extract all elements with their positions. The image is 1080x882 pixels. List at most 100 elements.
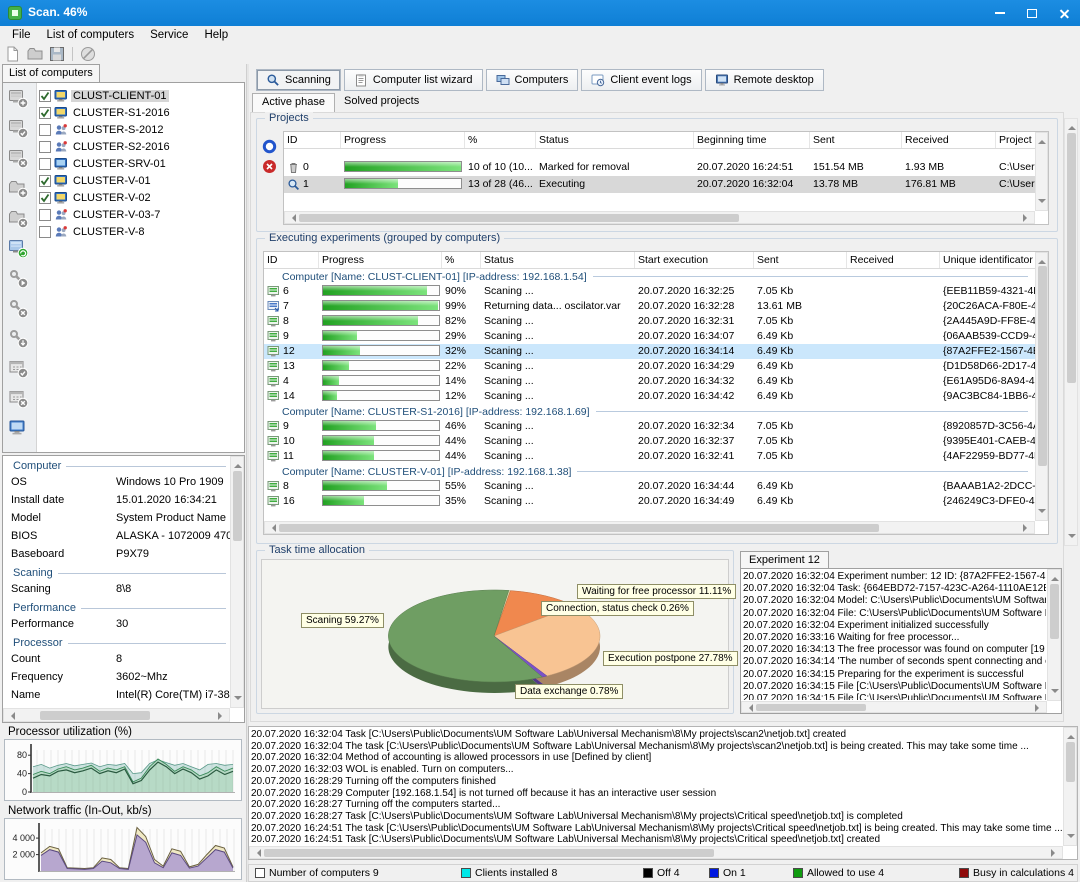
column-header[interactable]: % xyxy=(465,132,536,148)
new-document-button[interactable] xyxy=(3,45,23,63)
computer-list-item[interactable]: CLUSTER-V-03-7 xyxy=(39,206,242,223)
event-log-vertical-scrollbar[interactable] xyxy=(1063,727,1077,846)
close-button[interactable] xyxy=(1048,0,1080,26)
checkbox-unchecked[interactable] xyxy=(39,158,51,170)
subtab-active-phase[interactable]: Active phase xyxy=(252,93,335,112)
menu-list-of-computers[interactable]: List of computers xyxy=(39,29,143,41)
scroll-down-icon[interactable] xyxy=(1038,199,1046,207)
scroll-left-icon[interactable] xyxy=(288,214,296,222)
column-header[interactable]: Progress xyxy=(341,132,465,148)
scroll-right-icon[interactable] xyxy=(1035,704,1043,712)
scroll-thumb[interactable] xyxy=(1050,584,1059,639)
scroll-thumb[interactable] xyxy=(233,471,242,541)
folder-plus-button[interactable] xyxy=(8,178,32,202)
tool-cross-button[interactable] xyxy=(8,298,32,322)
computer-plus-button[interactable] xyxy=(8,88,32,112)
project-row[interactable]: 113 of 28 (46...Executing20.07.2020 16:3… xyxy=(284,176,1048,193)
project-stop-button[interactable] xyxy=(262,159,277,174)
tab-client-event-logs[interactable]: Client event logs xyxy=(581,69,701,91)
projects-horizontal-scrollbar[interactable] xyxy=(284,211,1035,224)
event-log-horizontal-scrollbar[interactable] xyxy=(249,846,1063,859)
experiment-row[interactable]: 414%Scaning ...20.07.2020 16:34:326.49 K… xyxy=(264,374,1048,389)
scroll-thumb[interactable] xyxy=(756,704,866,711)
experiments-horizontal-scrollbar[interactable] xyxy=(264,521,1035,534)
scroll-up-icon[interactable] xyxy=(1038,136,1046,144)
menu-help[interactable]: Help xyxy=(196,29,236,41)
scroll-thumb[interactable] xyxy=(299,214,739,222)
experiment-row[interactable]: 799%Returning data... oscilator.var20.07… xyxy=(264,299,1048,314)
scroll-right-icon[interactable] xyxy=(1051,849,1059,857)
experiments-vertical-scrollbar[interactable] xyxy=(1035,252,1048,521)
column-header[interactable]: ID xyxy=(264,252,319,268)
scroll-up-icon[interactable] xyxy=(1067,731,1075,739)
checkbox-unchecked[interactable] xyxy=(39,226,51,238)
scroll-down-icon[interactable] xyxy=(1067,834,1075,842)
experiment-row[interactable]: 1232%Scaning ...20.07.2020 16:34:146.49 … xyxy=(264,344,1048,359)
project-start-button[interactable] xyxy=(262,139,277,154)
tab-computers[interactable]: Computers xyxy=(486,69,579,91)
scroll-up-icon[interactable] xyxy=(234,460,242,468)
experiment-row[interactable]: 1044%Scaning ...20.07.2020 16:32:377.05 … xyxy=(264,434,1048,449)
column-header[interactable]: Sent xyxy=(754,252,847,268)
scroll-left-icon[interactable] xyxy=(745,704,753,712)
column-header[interactable]: Received xyxy=(847,252,940,268)
scroll-up-icon[interactable] xyxy=(1038,256,1046,264)
info-vertical-scrollbar[interactable] xyxy=(230,456,244,708)
scroll-right-icon[interactable] xyxy=(1023,524,1031,532)
experiment-log-vertical-scrollbar[interactable] xyxy=(1047,569,1061,701)
projects-table[interactable]: IDProgress%StatusBeginning timeSentRecei… xyxy=(283,131,1049,225)
tab-computer-list-wizard[interactable]: Computer list wizard xyxy=(344,69,483,91)
scroll-down-icon[interactable] xyxy=(234,696,242,704)
checkbox-checked[interactable] xyxy=(39,175,51,187)
experiment-row[interactable]: 1635%Scaning ...20.07.2020 16:34:496.49 … xyxy=(264,494,1048,509)
checkbox-unchecked[interactable] xyxy=(39,141,51,153)
scroll-thumb[interactable] xyxy=(264,849,714,857)
checkbox-unchecked[interactable] xyxy=(39,209,51,221)
scroll-thumb[interactable] xyxy=(1067,133,1076,383)
save-project-button[interactable] xyxy=(47,45,67,63)
menu-file[interactable]: File xyxy=(4,29,39,41)
checkbox-checked[interactable] xyxy=(39,192,51,204)
tab-experiment-12[interactable]: Experiment 12 xyxy=(740,551,829,568)
projects-vertical-scrollbar[interactable] xyxy=(1035,132,1048,211)
open-project-button[interactable] xyxy=(25,45,45,63)
scroll-left-icon[interactable] xyxy=(253,849,261,857)
project-row[interactable]: 010 of 10 (10...Marked for removal20.07.… xyxy=(284,159,1048,176)
scroll-thumb[interactable] xyxy=(1038,266,1047,466)
calendar-check-button[interactable] xyxy=(8,358,32,382)
experiment-row[interactable]: 946%Scaning ...20.07.2020 16:32:347.05 K… xyxy=(264,419,1048,434)
computer-check-button[interactable] xyxy=(8,118,32,142)
subtab-solved-projects[interactable]: Solved projects xyxy=(335,93,428,112)
tab-remote-desktop[interactable]: Remote desktop xyxy=(705,69,824,91)
checkbox-checked[interactable] xyxy=(39,107,51,119)
experiment-row[interactable]: 1322%Scaning ...20.07.2020 16:34:296.49 … xyxy=(264,359,1048,374)
monitor-remote-button[interactable] xyxy=(8,418,32,442)
scroll-down-icon[interactable] xyxy=(1051,689,1059,697)
tab-list-of-computers[interactable]: List of computers xyxy=(2,64,100,82)
experiment-row[interactable]: 855%Scaning ...20.07.2020 16:34:446.49 K… xyxy=(264,479,1048,494)
experiment-log-panel[interactable]: 20.07.2020 16:32:04 Experiment number: 1… xyxy=(740,568,1062,714)
computer-list-item[interactable]: CLUSTER-S2-2016 xyxy=(39,138,242,155)
experiment-row[interactable]: 1412%Scaning ...20.07.2020 16:34:426.49 … xyxy=(264,389,1048,404)
column-header[interactable]: Progress xyxy=(319,252,442,268)
column-header[interactable]: Status xyxy=(536,132,694,148)
folder-cross-button[interactable] xyxy=(8,208,32,232)
experiments-table[interactable]: IDProgress%StatusStart executionSentRece… xyxy=(263,251,1049,535)
experiment-row[interactable]: 882%Scaning ...20.07.2020 16:32:317.05 K… xyxy=(264,314,1048,329)
scroll-left-icon[interactable] xyxy=(7,712,15,720)
maximize-button[interactable] xyxy=(1016,0,1048,26)
computer-list-item[interactable]: CLUSTER-S1-2016 xyxy=(39,104,242,121)
computer-cross-button[interactable] xyxy=(8,148,32,172)
column-header[interactable]: ID xyxy=(284,132,341,148)
computer-list[interactable]: CLUST-CLIENT-01CLUSTER-S1-2016CLUSTER-S-… xyxy=(37,83,244,452)
column-header[interactable]: Received xyxy=(902,132,996,148)
scroll-down-icon[interactable] xyxy=(1038,509,1046,517)
scroll-thumb[interactable] xyxy=(1066,742,1075,782)
page-vertical-scrollbar[interactable] xyxy=(1064,118,1078,546)
stop-button[interactable] xyxy=(78,45,98,63)
computer-list-item[interactable]: CLUST-CLIENT-01 xyxy=(39,87,242,104)
experiment-log-horizontal-scrollbar[interactable] xyxy=(741,701,1047,713)
minimize-button[interactable] xyxy=(984,0,1016,26)
computer-refresh-button[interactable] xyxy=(8,238,32,262)
scroll-thumb[interactable] xyxy=(279,524,879,532)
